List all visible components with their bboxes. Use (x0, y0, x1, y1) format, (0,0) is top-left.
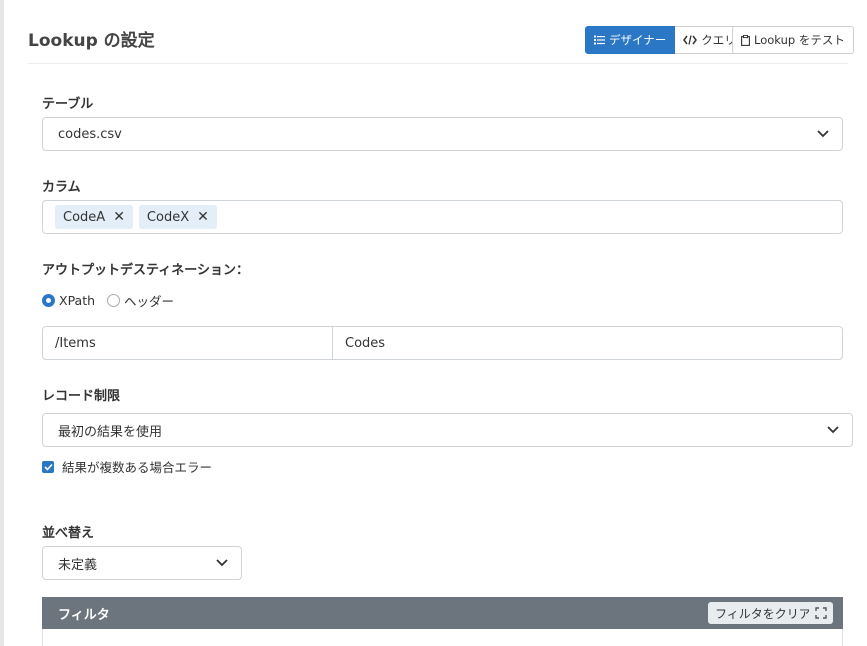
output-radio-group: XPath ヘッダー (42, 291, 174, 310)
chevron-down-icon (817, 130, 829, 138)
page-header: Lookup の設定 デザイナー クエリ Lookup をテスト (28, 0, 854, 64)
clear-filter-button[interactable]: フィルタをクリア (708, 602, 818, 624)
xpath-radio[interactable] (42, 294, 55, 307)
list-icon (594, 35, 605, 45)
code-icon (683, 35, 698, 45)
chevron-down-icon (827, 426, 839, 434)
designer-button[interactable]: デザイナー (585, 26, 676, 54)
multiple-results-error-label: 結果が複数ある場合エラー (62, 460, 213, 475)
record-limit-select[interactable]: 最初の結果を使用 (42, 413, 853, 447)
output-name-input[interactable]: Codes (333, 326, 843, 360)
expand-icon (815, 607, 827, 619)
table-select[interactable]: codes.csv (42, 117, 843, 151)
expand-button[interactable] (809, 602, 833, 624)
left-border (0, 0, 4, 646)
column-tag-label: CodeA (63, 209, 106, 225)
header-radio[interactable] (107, 294, 121, 307)
record-limit-label: レコード制限 (42, 389, 121, 404)
clipboard-icon (741, 34, 750, 46)
remove-tag-icon[interactable]: ✕ (113, 209, 125, 225)
filter-header: フィルタ フィルタをクリア (42, 597, 843, 629)
header-radio-label: ヘッダー (124, 294, 175, 309)
xpath-radio-label: XPath (59, 293, 96, 308)
columns-label: カラム (42, 180, 81, 195)
test-lookup-button[interactable]: Lookup をテスト (732, 26, 854, 54)
sort-label: 並べ替え (42, 526, 95, 541)
remove-tag-icon[interactable]: ✕ (197, 209, 209, 225)
view-toggle-group: デザイナー クエリ (585, 26, 745, 54)
output-path-row: /Items Codes (42, 326, 843, 360)
page-title: Lookup の設定 (28, 31, 155, 51)
multiple-results-error-row: 結果が複数ある場合エラー (42, 457, 212, 476)
table-label: テーブル (42, 97, 94, 112)
sort-select-value: 未定義 (58, 557, 98, 573)
sort-select[interactable]: 未定義 (42, 546, 242, 580)
chevron-down-icon (216, 559, 228, 567)
filter-title: フィルタ (58, 607, 110, 623)
column-tag: CodeA ✕ (55, 205, 133, 229)
query-label: クエリ (701, 33, 736, 47)
filter-body (42, 629, 843, 646)
column-tag-label: CodeX (146, 209, 190, 225)
columns-tag-input[interactable]: CodeA ✕ CodeX ✕ (42, 200, 843, 234)
xpath-input[interactable]: /Items (42, 326, 333, 360)
output-destination-label: アウトプットデスティネーション： (42, 263, 249, 278)
table-select-value: codes.csv (58, 126, 122, 142)
check-icon (43, 463, 53, 471)
column-tag: CodeX ✕ (138, 205, 217, 229)
record-limit-value: 最初の結果を使用 (58, 424, 163, 440)
designer-label: デザイナー (609, 33, 667, 47)
test-lookup-label: Lookup をテスト (754, 33, 845, 47)
multiple-results-error-checkbox[interactable] (42, 460, 54, 473)
